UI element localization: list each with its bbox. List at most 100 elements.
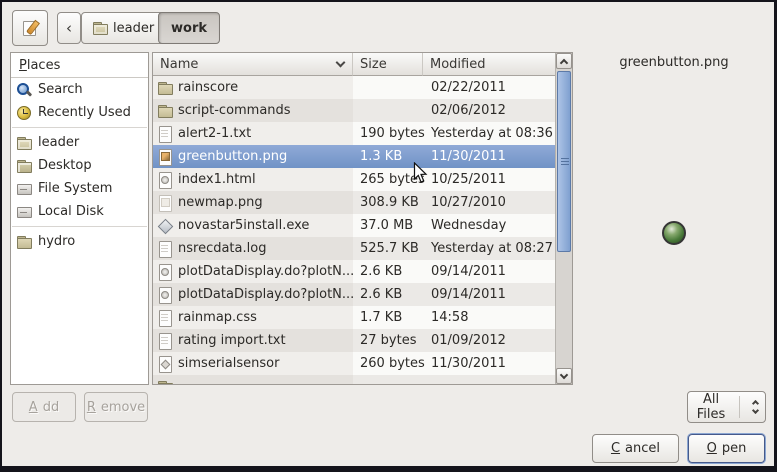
back-button[interactable]: ‹ bbox=[57, 12, 81, 44]
sidebar-item-label: File System bbox=[38, 181, 112, 196]
file-modified: Yesterday at 08:36 bbox=[423, 122, 555, 145]
scroll-down-button[interactable] bbox=[556, 368, 572, 384]
sidebar-item-file-system[interactable]: File System bbox=[11, 177, 148, 200]
scrollbar-thumb[interactable] bbox=[557, 71, 571, 252]
path-button-label: leader bbox=[113, 21, 154, 36]
table-row-partial[interactable] bbox=[153, 375, 555, 384]
file-name: novastar5install.exe bbox=[178, 218, 309, 233]
sidebar-item-label: hydro bbox=[38, 234, 75, 249]
sidebar-item-leader[interactable]: leader bbox=[11, 131, 148, 154]
desktop-folder-icon bbox=[16, 158, 32, 174]
file-modified: Yesterday at 08:27 bbox=[423, 237, 555, 260]
image-file-icon bbox=[157, 149, 173, 165]
text-file-icon bbox=[157, 126, 173, 142]
folder-icon bbox=[157, 80, 173, 96]
file-size: 308.9 KB bbox=[353, 191, 423, 214]
sidebar-item-label: Recently Used bbox=[38, 105, 131, 120]
sidebar-item-hydro[interactable]: hydro bbox=[11, 230, 148, 253]
file-name: nsrecdata.log bbox=[178, 241, 266, 256]
file-name: rating import.txt bbox=[178, 333, 286, 348]
file-modified: 10/27/2010 bbox=[423, 191, 555, 214]
filter-selected-value: All Files bbox=[688, 392, 734, 422]
table-row[interactable]: rating import.txt 27 bytes 01/09/2012 bbox=[153, 329, 555, 352]
file-modified: 14:58 bbox=[423, 306, 555, 329]
folder-icon bbox=[157, 379, 173, 385]
edit-location-icon bbox=[22, 20, 38, 36]
sidebar-item-desktop[interactable]: Desktop bbox=[11, 154, 148, 177]
file-size: 1.3 KB bbox=[353, 145, 423, 168]
sort-indicator-icon bbox=[336, 57, 346, 67]
column-header-modified[interactable]: Modified bbox=[423, 53, 555, 76]
table-row[interactable]: newmap.png 308.9 KB 10/27/2010 bbox=[153, 191, 555, 214]
file-size: 1.7 KB bbox=[353, 306, 423, 329]
file-modified: 01/09/2012 bbox=[423, 329, 555, 352]
table-row[interactable]: novastar5install.exe 37.0 MB Wednesday bbox=[153, 214, 555, 237]
home-folder-icon bbox=[92, 20, 108, 36]
sidebar-item-recently-used[interactable]: Recently Used bbox=[11, 101, 148, 124]
sidebar-item-search[interactable]: Search bbox=[11, 78, 148, 101]
file-size: 525.7 KB bbox=[353, 237, 423, 260]
table-row[interactable]: index1.html 265 bytes 10/25/2011 bbox=[153, 168, 555, 191]
sidebar-item-label: leader bbox=[38, 135, 79, 150]
scrollbar-grip bbox=[561, 158, 569, 166]
sidebar-item-label: Desktop bbox=[38, 158, 92, 173]
column-header-name[interactable]: Name bbox=[153, 53, 353, 76]
add-button[interactable]: Add bbox=[12, 392, 76, 422]
cancel-button[interactable]: Cancel bbox=[592, 434, 679, 463]
file-size bbox=[353, 99, 423, 122]
preview-filename: greenbutton.png bbox=[578, 55, 770, 70]
open-button[interactable]: Open bbox=[688, 434, 765, 463]
file-type-filter-dropdown[interactable]: All Files bbox=[687, 391, 766, 423]
file-modified: 10/25/2011 bbox=[423, 168, 555, 191]
vertical-scrollbar[interactable] bbox=[555, 53, 572, 384]
file-modified: 09/14/2011 bbox=[423, 260, 555, 283]
table-row[interactable]: nsrecdata.log 525.7 KB Yesterday at 08:2… bbox=[153, 237, 555, 260]
file-size: 260 bytes bbox=[353, 352, 423, 375]
chevron-up-icon bbox=[560, 58, 568, 66]
file-modified: 02/22/2011 bbox=[423, 76, 555, 99]
remove-button[interactable]: Remove bbox=[84, 392, 148, 422]
file-modified bbox=[423, 375, 555, 384]
file-name: script-commands bbox=[178, 103, 291, 118]
search-icon bbox=[16, 82, 32, 98]
sidebar-item-local-disk[interactable]: Local Disk bbox=[11, 200, 148, 223]
table-row[interactable]: plotDataDisplay.do?plotN... 2.6 KB 09/14… bbox=[153, 283, 555, 306]
file-name: rainmap.css bbox=[178, 310, 257, 325]
text-file-icon bbox=[157, 310, 173, 326]
chevron-down-icon bbox=[560, 370, 568, 378]
scroll-up-button[interactable] bbox=[556, 53, 572, 69]
html-file-icon bbox=[157, 287, 173, 303]
separator bbox=[739, 396, 740, 418]
image-file-icon bbox=[157, 195, 173, 211]
table-row[interactable]: alert2-1.txt 190 bytes Yesterday at 08:3… bbox=[153, 122, 555, 145]
drive-icon bbox=[16, 204, 32, 220]
file-size bbox=[353, 375, 423, 384]
column-header-size[interactable]: Size bbox=[353, 53, 423, 76]
file-name: plotDataDisplay.do?plotN... bbox=[178, 264, 353, 279]
places-panel: Places Search Recently Used leader Deskt… bbox=[10, 52, 149, 385]
path-button-work[interactable]: work bbox=[158, 12, 220, 44]
path-button-leader[interactable]: leader bbox=[81, 12, 165, 44]
file-size: 190 bytes bbox=[353, 122, 423, 145]
file-size: 27 bytes bbox=[353, 329, 423, 352]
folder-icon bbox=[16, 234, 32, 250]
file-size: 2.6 KB bbox=[353, 283, 423, 306]
preview-image bbox=[662, 221, 686, 245]
column-header-row: Name Size Modified bbox=[153, 53, 555, 76]
table-row[interactable]: rainscore 02/22/2011 bbox=[153, 76, 555, 99]
table-row[interactable]: simserialsensor 260 bytes 11/30/2011 bbox=[153, 352, 555, 375]
table-row[interactable]: script-commands 02/06/2012 bbox=[153, 99, 555, 122]
table-row[interactable]: plotDataDisplay.do?plotN... 2.6 KB 09/14… bbox=[153, 260, 555, 283]
table-row[interactable]: rainmap.css 1.7 KB 14:58 bbox=[153, 306, 555, 329]
drive-icon bbox=[16, 181, 32, 197]
table-row-selected[interactable]: greenbutton.png 1.3 KB 11/30/2011 bbox=[153, 145, 555, 168]
file-chooser-dialog: ‹ leader work Places Search Recently Use… bbox=[0, 0, 777, 472]
clock-icon bbox=[16, 105, 32, 121]
file-modified: 09/14/2011 bbox=[423, 283, 555, 306]
file-name: simserialsensor bbox=[178, 356, 279, 371]
file-name: alert2-1.txt bbox=[178, 126, 251, 141]
type-filename-toggle-button[interactable] bbox=[12, 10, 48, 46]
html-file-icon bbox=[157, 172, 173, 188]
file-rows: rainscore 02/22/2011 script-commands 02/… bbox=[153, 76, 555, 384]
text-file-icon bbox=[157, 333, 173, 349]
